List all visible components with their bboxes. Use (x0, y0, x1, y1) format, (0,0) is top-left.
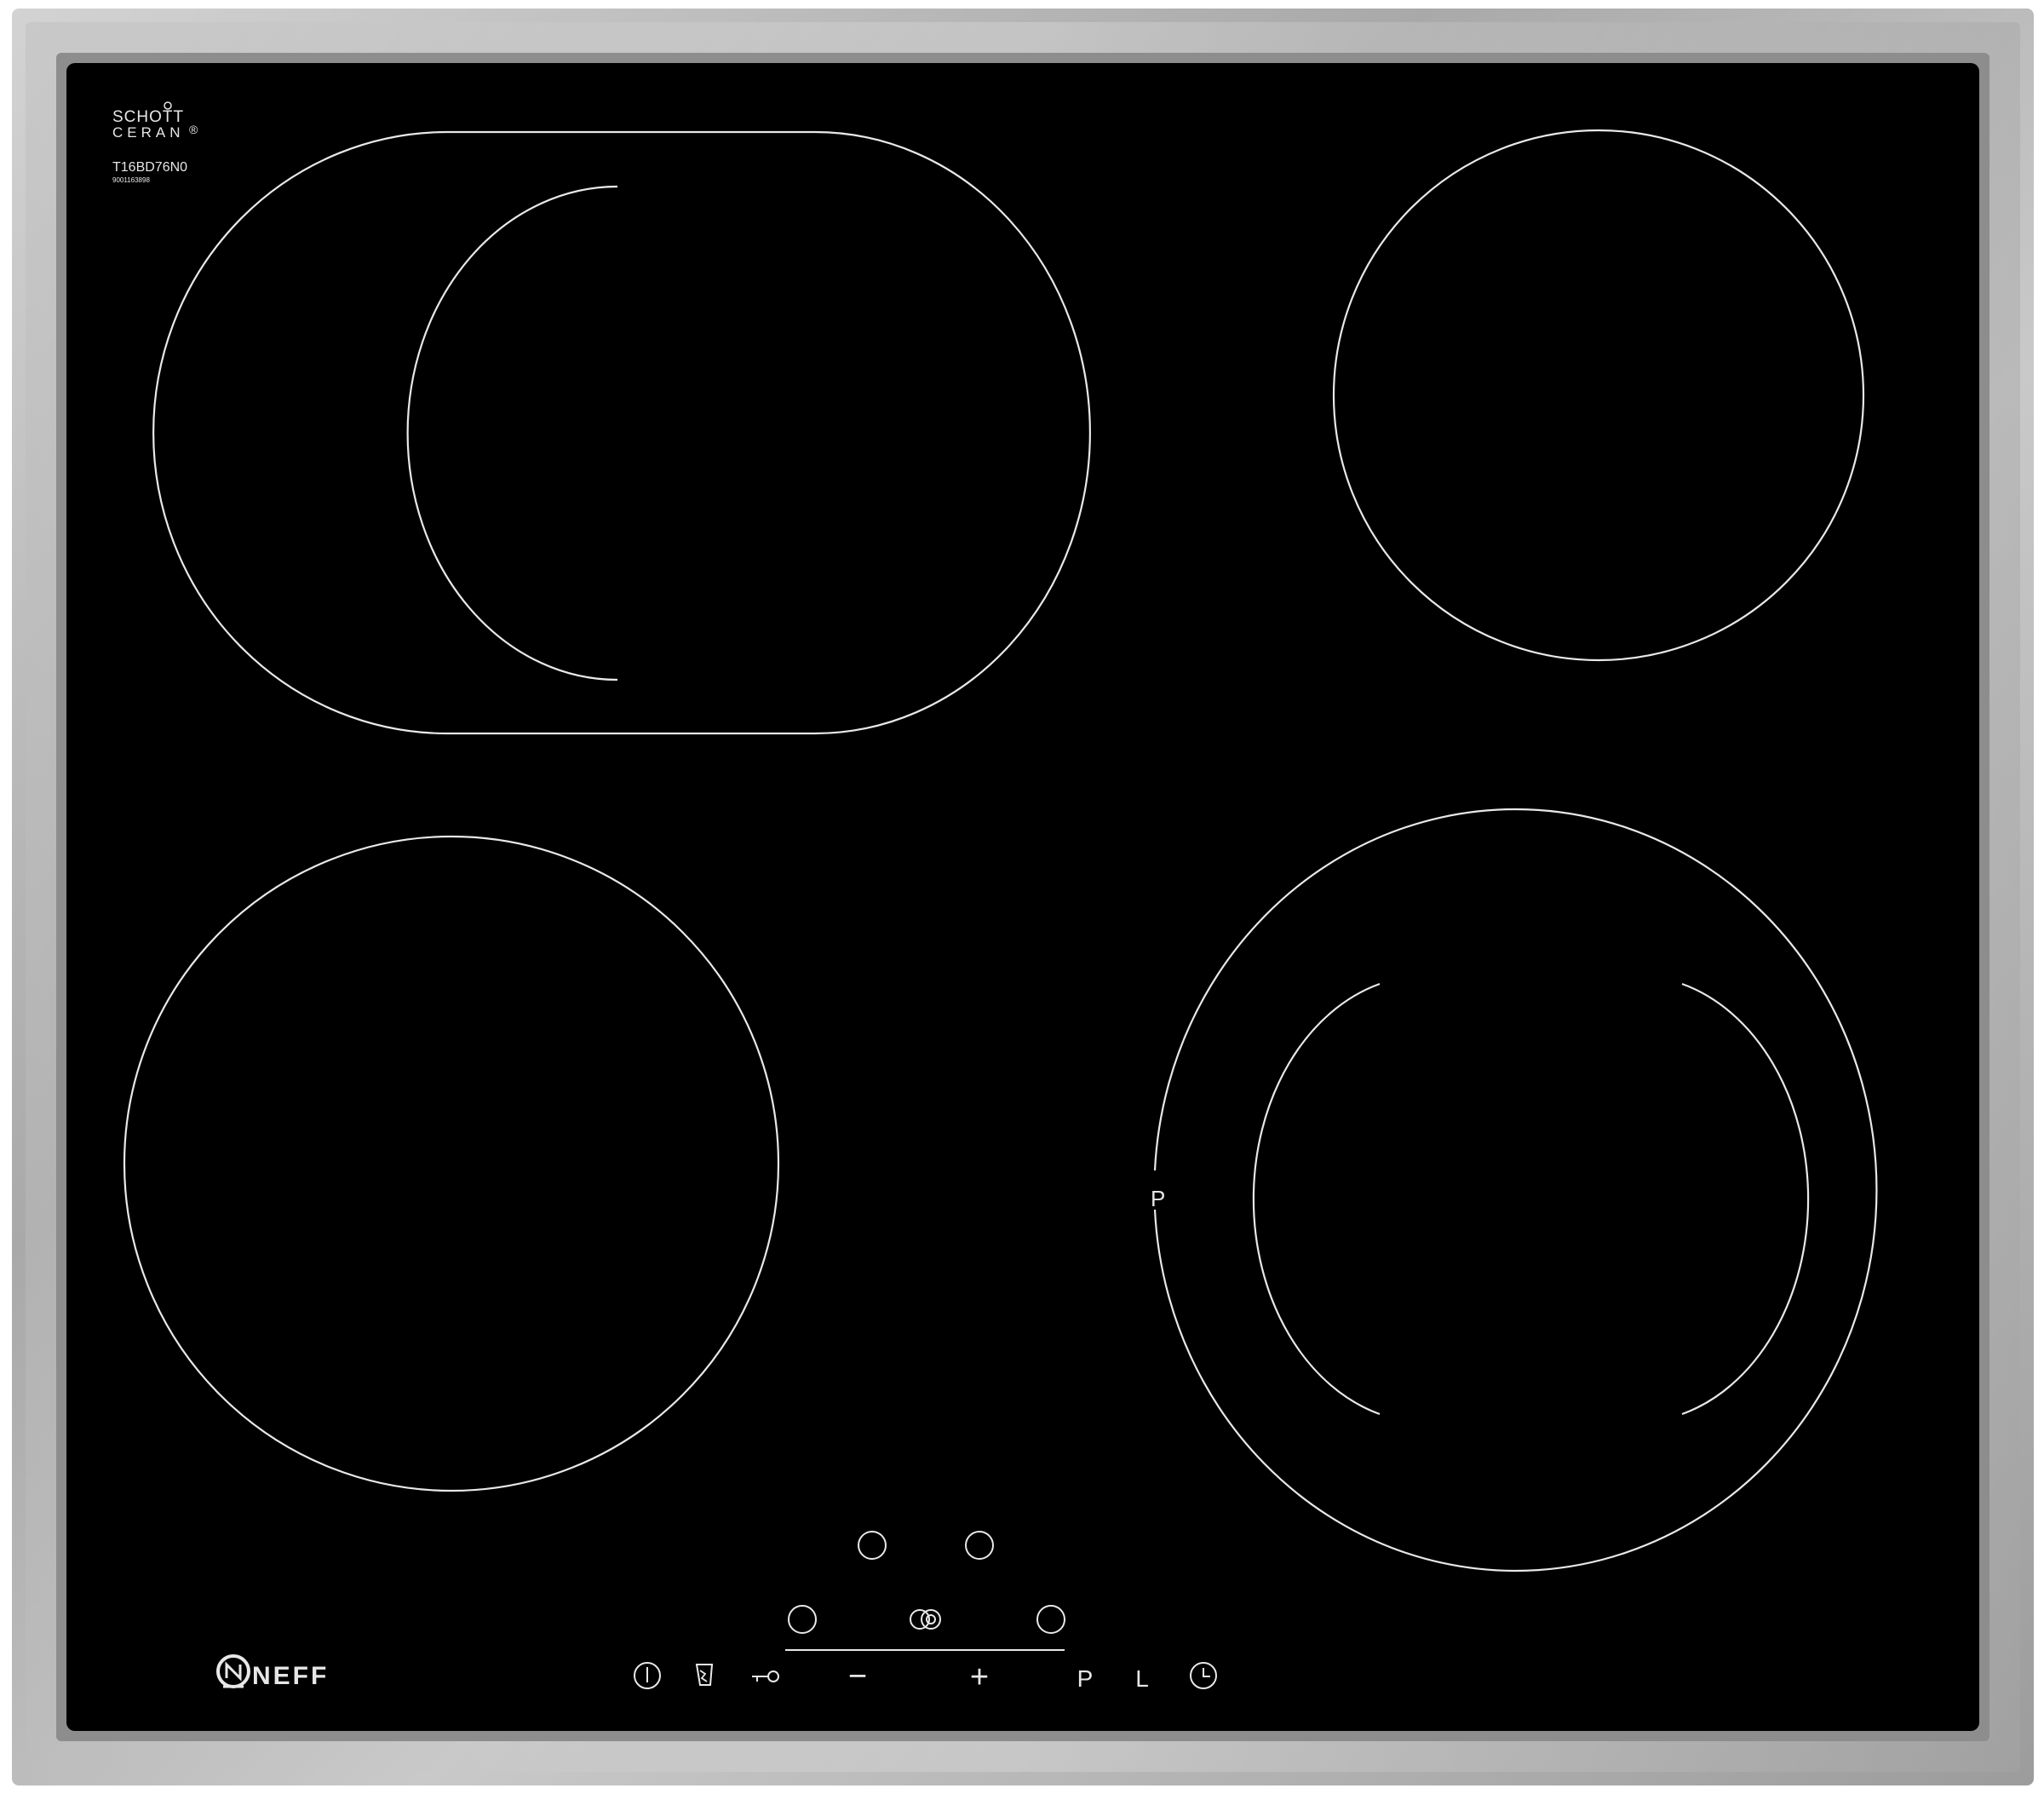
ceran-text: CERAN (112, 124, 185, 141)
registered-mark: ® (189, 123, 198, 136)
zone-p-label: P (1151, 1186, 1165, 1211)
ceramic-glass-surface (66, 63, 1979, 1731)
model-number: T16BD76N0 (112, 160, 187, 175)
schott-text: SCHOTT (112, 108, 184, 126)
neff-wordmark: NEFF (252, 1662, 329, 1690)
serial-number: 9001163898 (112, 176, 150, 184)
cooktop: SCHOTT CERAN ® T16BD76N0 9001163898 P − … (12, 9, 2034, 1785)
minus-button[interactable]: − (848, 1659, 867, 1694)
program-button[interactable]: P (1077, 1665, 1094, 1692)
level-button[interactable]: L (1135, 1665, 1149, 1692)
plus-button[interactable]: + (970, 1659, 989, 1695)
